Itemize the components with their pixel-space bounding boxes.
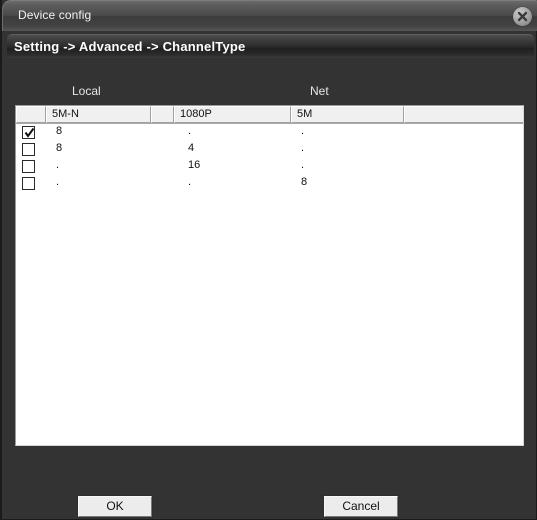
table-header-5m[interactable]: 5M [291, 106, 404, 123]
table-header-5m-n[interactable]: 5M-N [46, 106, 151, 123]
row-checkbox[interactable] [22, 126, 35, 139]
row-checkbox[interactable] [22, 143, 35, 156]
table-header-spacer-col[interactable] [151, 106, 174, 123]
cell-5m: . [301, 142, 305, 154]
row-checkbox[interactable] [22, 177, 35, 190]
table-header-label: 1080P [180, 108, 212, 120]
cell-1080p: 16 [188, 159, 201, 171]
cell-5m: . [301, 125, 305, 137]
table-header-1080p[interactable]: 1080P [174, 106, 291, 123]
table-row[interactable]: 8 4 . [16, 141, 523, 158]
breadcrumb-label: Setting -> Advanced -> ChannelType [14, 39, 246, 54]
table-header-label: 5M [297, 108, 313, 120]
cell-1080p: . [188, 176, 192, 188]
row-checkbox-wrap [22, 126, 35, 139]
close-icon[interactable] [513, 7, 532, 26]
table-row[interactable]: . 16 . [16, 158, 523, 175]
cell-local: . [56, 176, 60, 188]
row-checkbox-wrap [22, 160, 35, 173]
cell-local: 8 [56, 125, 63, 137]
table-body: 8 . . 8 4 . . 16 . . . 8 [16, 124, 523, 192]
table-header-row: 5M-N 1080P 5M [16, 106, 523, 124]
row-checkbox[interactable] [22, 160, 35, 173]
cancel-button[interactable]: Cancel [323, 495, 399, 518]
cell-1080p: 4 [188, 142, 195, 154]
cell-5m: 8 [301, 176, 308, 188]
table-header-label: 5M-N [52, 108, 79, 120]
cell-5m: . [301, 159, 305, 171]
dialog-body: Local Net 5M-N 1080P 5M 8 . . 8 4 . . 16… [7, 58, 534, 518]
close-x-glyph [517, 11, 528, 22]
channel-type-table: 5M-N 1080P 5M 8 . . 8 4 . . 16 . . . 8 [15, 105, 524, 446]
breadcrumb: Setting -> Advanced -> ChannelType [7, 34, 534, 58]
window-title: Device config [18, 8, 92, 22]
cell-1080p: . [188, 125, 192, 137]
check-icon [24, 127, 35, 138]
row-checkbox-wrap [22, 177, 35, 190]
table-row[interactable]: . . 8 [16, 175, 523, 192]
cell-local: 8 [56, 142, 63, 154]
group-label-local: Local [72, 84, 101, 98]
device-config-dialog: Device config Setting -> Advanced -> Cha… [0, 0, 537, 520]
ok-button[interactable]: OK [77, 495, 153, 518]
table-header-empty-col[interactable] [404, 106, 523, 123]
table-header-checkbox-col[interactable] [16, 106, 46, 123]
group-label-net: Net [310, 84, 329, 98]
table-row[interactable]: 8 . . [16, 124, 523, 141]
title-bar: Device config [2, 0, 537, 31]
cell-local: . [56, 159, 60, 171]
row-checkbox-wrap [22, 143, 35, 156]
